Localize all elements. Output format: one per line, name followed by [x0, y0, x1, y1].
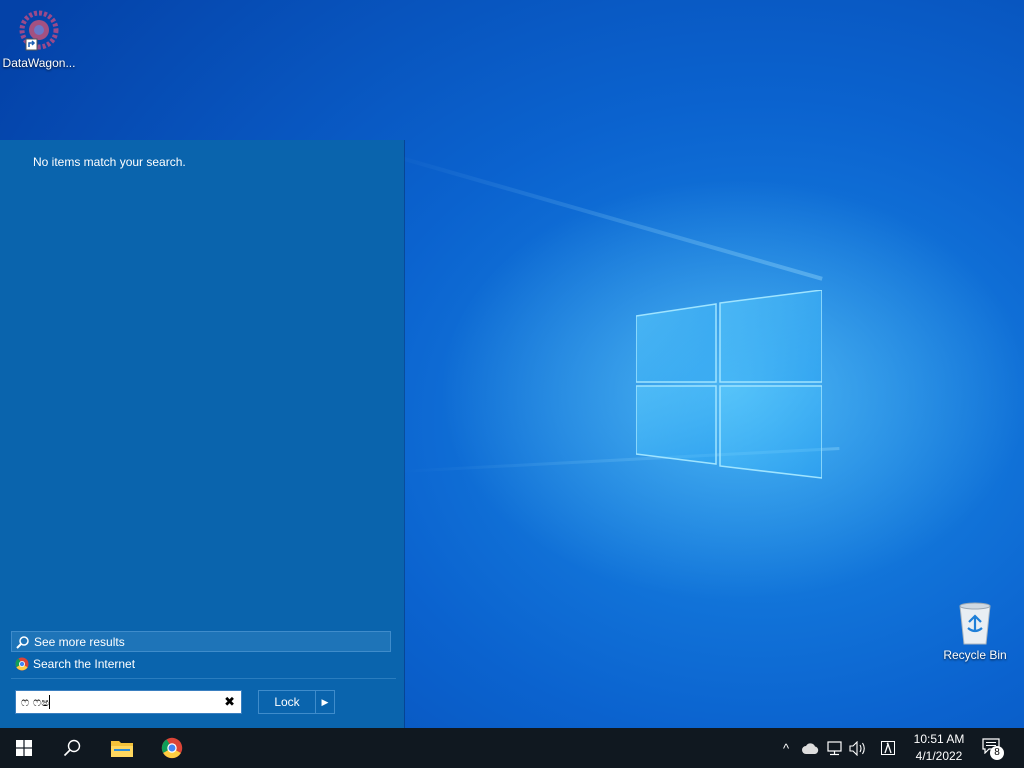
no-results-message: No items match your search. [33, 155, 186, 169]
search-query-text: ෆ ෆෂ [21, 695, 51, 710]
taskbar-search-button[interactable] [48, 728, 96, 768]
power-options-arrow-button[interactable]: ▶ [316, 690, 335, 714]
folder-icon [111, 741, 133, 757]
chrome-icon [161, 737, 183, 759]
clear-search-icon[interactable]: ✖ [224, 694, 235, 710]
windows-wallpaper-logo [636, 290, 822, 479]
search-icon [63, 739, 81, 757]
windows-start-icon [16, 740, 32, 756]
search-icon [16, 635, 29, 649]
datawagon-shortcut-icon [19, 10, 59, 51]
recycle-bin-icon [959, 602, 991, 645]
chevron-up-icon: ^ [782, 740, 790, 756]
start-button[interactable] [0, 728, 48, 768]
volume-tray-button[interactable] [849, 740, 867, 756]
speaker-icon [849, 740, 865, 756]
desktop-icon-label: Recycle Bin [943, 648, 1007, 662]
network-icon [826, 740, 842, 755]
chrome-taskbar-button[interactable] [148, 728, 196, 768]
text-caret [49, 695, 51, 709]
onedrive-tray-button[interactable] [801, 740, 819, 756]
search-input[interactable]: ෆ ෆෂ ✖ [15, 690, 242, 714]
cloud-icon [801, 742, 818, 754]
search-query-value: ෆ ෆෂ [21, 695, 50, 709]
desktop-icon-recycle-bin[interactable]: Recycle Bin [936, 600, 1014, 662]
clock-time: 10:51 AM [913, 732, 965, 746]
ime-icon [881, 741, 895, 755]
chevron-right-icon: ▶ [321, 696, 329, 707]
wallpaper-light-beam [379, 150, 823, 281]
desktop-icon-label: DataWagon... [2, 56, 76, 70]
notification-count-badge: 8 [990, 746, 1004, 760]
input-method-tray-button[interactable] [879, 740, 897, 756]
start-search-panel: No items match your search. See more res… [0, 140, 404, 728]
file-explorer-button[interactable] [98, 728, 146, 768]
taskbar-clock[interactable]: 10:51 AM 4/1/2022 [906, 731, 972, 765]
see-more-results-label: See more results [34, 634, 125, 649]
search-internet-button[interactable]: Search the Internet [11, 653, 391, 675]
taskbar: ^ 10:51 AM 4/1/2022 8 [0, 728, 1024, 768]
chrome-icon [15, 657, 29, 671]
show-hidden-icons-button[interactable]: ^ [777, 740, 795, 756]
see-more-results-button[interactable]: See more results [11, 631, 391, 652]
clock-date: 4/1/2022 [915, 749, 963, 763]
desktop-icon-datawagon[interactable]: DataWagon... [0, 6, 78, 70]
search-internet-label: Search the Internet [33, 657, 136, 671]
divider [11, 678, 396, 679]
lock-button[interactable]: Lock [258, 690, 316, 714]
action-center-button[interactable]: 8 [982, 738, 1004, 760]
network-tray-button[interactable] [825, 740, 843, 756]
